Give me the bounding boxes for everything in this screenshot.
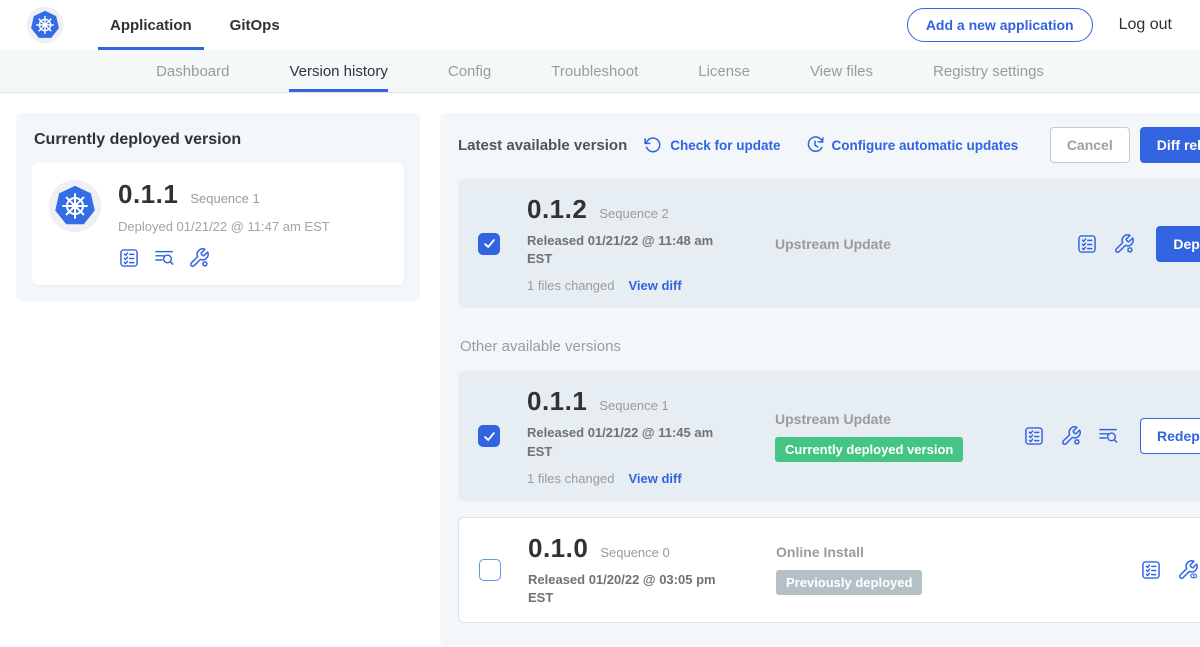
diff-releases-button[interactable]: Diff releases xyxy=(1140,127,1200,163)
tab-troubleshoot[interactable]: Troubleshoot xyxy=(551,50,638,92)
version-number: 0.1.0 xyxy=(528,533,588,564)
tab-license[interactable]: License xyxy=(698,50,750,92)
check-for-update-link[interactable]: Check for update xyxy=(643,135,780,155)
other-versions-title: Other available versions xyxy=(460,338,1200,355)
deployed-version-number: 0.1.1 xyxy=(118,179,178,210)
kubernetes-logo-icon xyxy=(26,0,64,50)
version-card: 0.1.0 Sequence 0 Released 01/20/22 @ 03:… xyxy=(458,517,1200,623)
check-for-update-label: Check for update xyxy=(670,138,780,153)
version-card: 0.1.1 Sequence 1 Released 01/21/22 @ 11:… xyxy=(458,371,1200,500)
released-timestamp: Released 01/21/22 @ 11:45 am EST xyxy=(527,424,723,460)
version-number: 0.1.1 xyxy=(527,386,587,417)
check-icon xyxy=(482,236,497,251)
tab-view-files[interactable]: View files xyxy=(810,50,873,92)
view-diff-link[interactable]: View diff xyxy=(628,471,681,486)
add-application-button[interactable]: Add a new application xyxy=(907,8,1093,42)
deploy-button[interactable]: Deploy xyxy=(1156,226,1200,262)
deploy-logs-icon[interactable] xyxy=(1097,425,1119,447)
cancel-button[interactable]: Cancel xyxy=(1050,127,1130,163)
config-icon[interactable] xyxy=(188,247,210,269)
release-notes-icon[interactable] xyxy=(118,247,140,269)
version-history-panel: Latest available version Check for updat… xyxy=(440,113,1200,647)
version-card: 0.1.2 Sequence 2 Released 01/21/22 @ 11:… xyxy=(458,179,1200,308)
tab-application[interactable]: Application xyxy=(98,0,204,50)
version-source-label: Upstream Update xyxy=(775,236,1023,252)
deployed-version-card: 0.1.1 Sequence 1 Deployed 01/21/22 @ 11:… xyxy=(32,163,404,285)
deploy-logs-icon[interactable] xyxy=(153,247,175,269)
released-timestamp: Released 01/20/22 @ 03:05 pm EST xyxy=(528,571,724,607)
tab-dashboard[interactable]: Dashboard xyxy=(156,50,229,92)
files-changed-label: 1 files changed xyxy=(527,278,614,293)
version-source-label: Online Install xyxy=(776,544,1024,560)
app-sub-nav: Dashboard Version history Config Trouble… xyxy=(0,50,1200,93)
version-number: 0.1.2 xyxy=(527,194,587,225)
tab-gitops[interactable]: GitOps xyxy=(218,0,292,50)
deployed-timestamp: Deployed 01/21/22 @ 11:47 am EST xyxy=(118,219,330,234)
main-content: Currently deployed version 0.1.1 Sequenc… xyxy=(0,93,1200,647)
config-icon[interactable] xyxy=(1113,233,1135,255)
configure-updates-label: Configure automatic updates xyxy=(832,138,1019,153)
check-icon xyxy=(482,429,497,444)
top-nav: Application GitOps Add a new application… xyxy=(0,0,1200,50)
deployed-panel-title: Currently deployed version xyxy=(34,131,404,149)
redeploy-button[interactable]: Redeploy xyxy=(1140,418,1200,454)
versions-panel-header: Latest available version Check for updat… xyxy=(458,127,1200,163)
kubernetes-app-icon xyxy=(48,179,102,233)
latest-version-title: Latest available version xyxy=(458,137,627,154)
config-icon[interactable] xyxy=(1060,425,1082,447)
tab-config[interactable]: Config xyxy=(448,50,491,92)
files-changed-label: 1 files changed xyxy=(527,471,614,486)
top-nav-tabs: Application GitOps xyxy=(98,0,306,50)
release-notes-icon[interactable] xyxy=(1140,559,1162,581)
view-diff-link[interactable]: View diff xyxy=(628,278,681,293)
logout-link[interactable]: Log out xyxy=(1119,16,1172,34)
configure-automatic-updates-link[interactable]: Configure automatic updates xyxy=(805,135,1019,155)
clock-refresh-icon xyxy=(805,135,825,155)
sequence-label: Sequence 2 xyxy=(599,206,668,221)
previously-deployed-badge: Previously deployed xyxy=(776,570,922,595)
refresh-icon xyxy=(643,135,663,155)
version-checkbox[interactable] xyxy=(478,425,500,447)
top-nav-right: Add a new application Log out xyxy=(907,0,1200,50)
version-checkbox[interactable] xyxy=(479,559,501,581)
release-notes-icon[interactable] xyxy=(1023,425,1045,447)
release-notes-icon[interactable] xyxy=(1076,233,1098,255)
released-timestamp: Released 01/21/22 @ 11:48 am EST xyxy=(527,232,723,268)
deployed-sequence-label: Sequence 1 xyxy=(190,191,259,206)
currently-deployed-badge: Currently deployed version xyxy=(775,437,963,462)
version-source-label: Upstream Update xyxy=(775,411,1023,427)
version-checkbox[interactable] xyxy=(478,233,500,255)
tab-registry-settings[interactable]: Registry settings xyxy=(933,50,1044,92)
sequence-label: Sequence 1 xyxy=(599,398,668,413)
currently-deployed-panel: Currently deployed version 0.1.1 Sequenc… xyxy=(16,113,420,301)
sequence-label: Sequence 0 xyxy=(600,545,669,560)
config-view-icon[interactable] xyxy=(1177,559,1199,581)
tab-version-history[interactable]: Version history xyxy=(289,50,387,92)
